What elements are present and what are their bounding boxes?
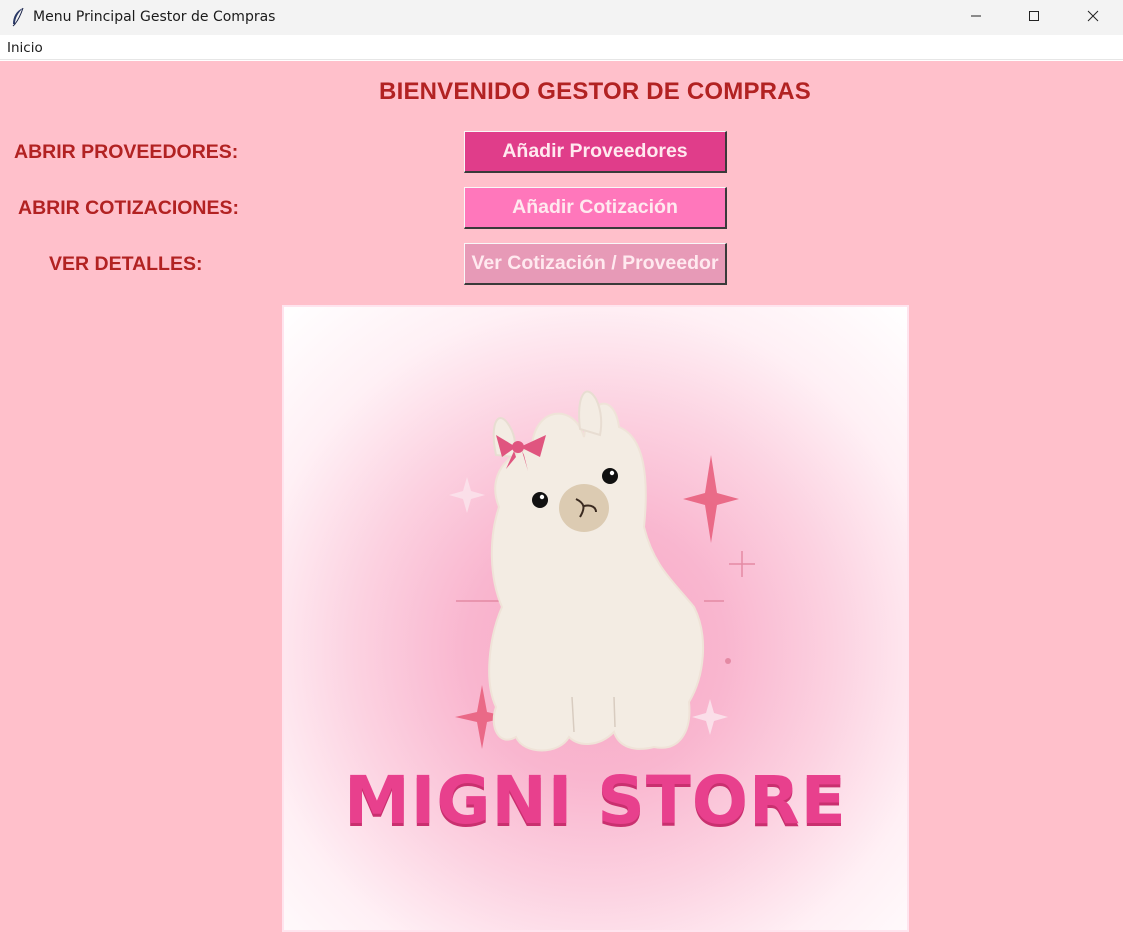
label-ver-detalles: VER DETALLES: (49, 253, 203, 275)
close-button[interactable] (1064, 0, 1122, 35)
label-abrir-proveedores: ABRIR PROVEEDORES: (14, 141, 239, 163)
store-logo: MIGNI STORE (282, 305, 909, 932)
feather-icon (10, 7, 26, 27)
window-title: Menu Principal Gestor de Compras (33, 9, 276, 25)
minimize-icon (970, 9, 982, 27)
maximize-icon (1028, 9, 1040, 27)
maximize-button[interactable] (1005, 0, 1063, 35)
store-logo-text: MIGNI STORE (344, 762, 847, 839)
add-quote-button[interactable]: Añadir Cotización (464, 187, 727, 229)
menu-bar: Inicio (0, 35, 1123, 60)
minimize-button[interactable] (947, 0, 1005, 35)
menu-item-inicio[interactable]: Inicio (7, 40, 43, 56)
main-panel: BIENVENIDO GESTOR DE COMPRAS ABRIR PROVE… (0, 61, 1123, 934)
label-abrir-cotizaciones: ABRIR COTIZACIONES: (18, 197, 239, 219)
add-suppliers-button[interactable]: Añadir Proveedores (464, 131, 727, 173)
view-quote-supplier-button[interactable]: Ver Cotización / Proveedor (464, 243, 727, 285)
page-title: BIENVENIDO GESTOR DE COMPRAS (379, 78, 811, 105)
title-bar: Menu Principal Gestor de Compras (0, 0, 1123, 35)
close-icon (1087, 9, 1099, 27)
